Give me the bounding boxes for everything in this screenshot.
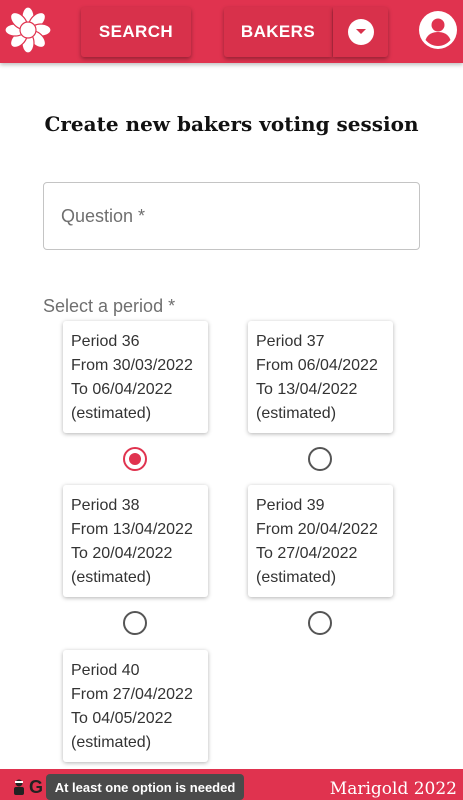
period-radio[interactable] — [123, 611, 147, 635]
period-radio-selected[interactable] — [123, 447, 147, 471]
period-to: To 04/05/2022 — [71, 710, 173, 727]
period-radio[interactable] — [308, 611, 332, 635]
period-to: To 27/04/2022 — [256, 545, 358, 562]
period-card[interactable]: Period 40 From 27/04/2022 To 04/05/2022 … — [63, 650, 208, 762]
question-placeholder: Question * — [61, 205, 146, 226]
period-to: To 13/04/2022 — [256, 381, 358, 398]
validation-snackbar: At least one option is needed — [46, 774, 244, 800]
period-name: Period 37 — [256, 333, 325, 350]
period-to: To 06/04/2022 — [71, 381, 173, 398]
period-name: Period 39 — [256, 497, 325, 514]
period-from: From 06/04/2022 — [256, 357, 378, 374]
period-note: (estimated) — [71, 734, 152, 751]
bakers-dropdown-button[interactable] — [333, 7, 388, 57]
period-name: Period 40 — [71, 662, 140, 679]
dropdown-circle — [347, 19, 374, 45]
account-icon[interactable] — [418, 10, 458, 50]
period-from: From 27/04/2022 — [71, 686, 193, 703]
question-input[interactable]: Question * — [43, 182, 420, 250]
period-to: To 20/04/2022 — [71, 545, 173, 562]
period-note: (estimated) — [256, 405, 337, 422]
footer-letter: G — [29, 777, 44, 797]
marigold-logo-icon[interactable] — [4, 6, 52, 54]
page-title: Create new bakers voting session — [44, 112, 419, 136]
period-note: (estimated) — [71, 405, 152, 422]
period-from: From 20/04/2022 — [256, 521, 378, 538]
period-from: From 30/03/2022 — [71, 357, 193, 374]
period-select-label: Select a period * — [43, 296, 176, 316]
period-note: (estimated) — [256, 569, 337, 586]
period-note: (estimated) — [71, 569, 152, 586]
search-button[interactable]: SEARCH — [81, 7, 191, 57]
period-name: Period 36 — [71, 333, 140, 350]
person-icon — [14, 779, 24, 795]
period-card[interactable]: Period 39 From 20/04/2022 To 27/04/2022 … — [248, 485, 393, 597]
period-from: From 13/04/2022 — [71, 521, 193, 538]
period-name: Period 38 — [71, 497, 140, 514]
period-card[interactable]: Period 38 From 13/04/2022 To 20/04/2022 … — [63, 485, 208, 597]
period-card[interactable]: Period 36 From 30/03/2022 To 06/04/2022 … — [63, 321, 208, 433]
footer-brand: Marigold 2022 — [329, 779, 457, 799]
top-navbar: SEARCH BAKERS — [0, 0, 463, 63]
period-radio[interactable] — [308, 447, 332, 471]
chevron-down-icon — [355, 29, 366, 34]
period-card[interactable]: Period 37 From 06/04/2022 To 13/04/2022 … — [248, 321, 393, 433]
bakers-button[interactable]: BAKERS — [224, 7, 332, 57]
